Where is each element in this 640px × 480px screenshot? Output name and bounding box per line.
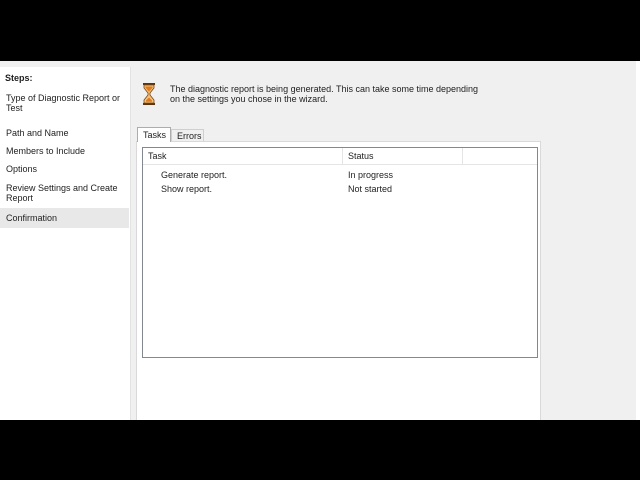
status-message: The diagnostic report is being generated… <box>170 84 479 104</box>
list-header: Task Status <box>143 148 537 165</box>
steps-sidebar: Steps: Type of Diagnostic Report or Test… <box>0 67 131 420</box>
step-review-settings[interactable]: Review Settings and Create Report <box>0 183 129 203</box>
tab-label: Errors <box>177 131 202 141</box>
status-cell: In progress <box>348 170 394 180</box>
tasks-list[interactable]: Task Status Generate report. In progress… <box>142 147 538 358</box>
task-cell: Generate report. <box>161 170 228 180</box>
tab-label: Tasks <box>143 130 167 140</box>
step-label: Options <box>6 164 38 174</box>
column-header-task[interactable]: Task <box>143 148 343 164</box>
hourglass-icon <box>143 83 155 105</box>
step-label: Path and Name <box>6 128 69 138</box>
wizard-window: Steps: Type of Diagnostic Report or Test… <box>0 61 640 420</box>
status-cell: Not started <box>348 184 393 194</box>
step-label: Confirmation <box>6 213 58 223</box>
task-cell: Show report. <box>161 184 213 194</box>
step-type-of-report[interactable]: Type of Diagnostic Report or Test <box>0 93 129 113</box>
tasks-panel: Task Status Generate report. In progress… <box>136 141 541 420</box>
step-options[interactable]: Options <box>0 164 129 174</box>
step-path-and-name[interactable]: Path and Name <box>0 128 129 138</box>
step-members-to-include[interactable]: Members to Include <box>0 146 129 156</box>
step-label: Review Settings and Create Report <box>6 183 118 203</box>
step-label: Type of Diagnostic Report or Test <box>6 93 121 113</box>
column-header-status[interactable]: Status <box>343 148 463 164</box>
step-confirmation[interactable]: Confirmation <box>0 208 129 228</box>
steps-heading: Steps: <box>5 73 33 83</box>
step-label: Members to Include <box>6 146 86 156</box>
window-edge <box>636 61 640 420</box>
tab-tasks[interactable]: Tasks <box>137 127 171 142</box>
